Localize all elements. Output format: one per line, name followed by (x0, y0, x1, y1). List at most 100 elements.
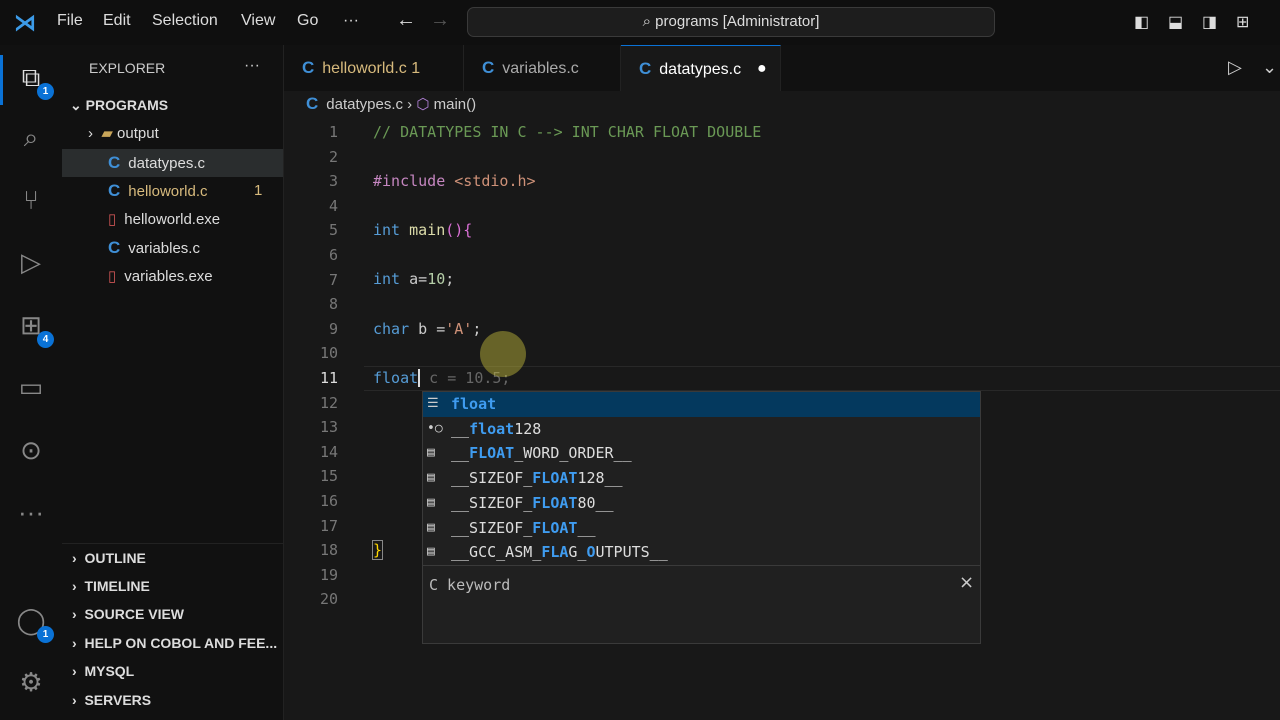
account-icon[interactable]: ◯ 1 (14, 603, 54, 643)
folder-programs[interactable]: ⌄ PROGRAMS (62, 91, 283, 119)
suggestion-text: FLOAT (532, 469, 578, 488)
tree-item-datatypes[interactable]: Cdatatypes.c (62, 149, 283, 177)
tree-item-output[interactable]: › ▰ output (62, 120, 283, 148)
breadcrumb-symbol[interactable]: main() (434, 96, 477, 113)
tab-variables[interactable]: Cvariables.c (464, 45, 621, 91)
suggestion-text: G_ (568, 543, 587, 562)
keyword-icon: ☰ (427, 396, 439, 411)
chevron-right-icon: › (88, 125, 102, 142)
close-icon[interactable]: × (959, 572, 974, 593)
variable-icon: •○ (427, 420, 443, 436)
more-icon[interactable]: ··· (14, 495, 48, 529)
toggle-secondary-sidebar-icon[interactable]: ◨ (1202, 12, 1217, 32)
menu-more[interactable]: ··· (343, 12, 359, 30)
token: <stdio.h> (454, 172, 536, 190)
line-number: 16 (319, 492, 338, 510)
section-servers[interactable]: › SERVERS (62, 686, 283, 714)
suggestion-text: _WORD_ORDER__ (514, 444, 632, 463)
token: ; (472, 320, 482, 338)
section-help-cobol[interactable]: › HELP ON COBOL AND FEE... (62, 629, 283, 657)
code-line-18: } (371, 540, 384, 560)
remote-explorer-icon[interactable]: ▭ (14, 370, 48, 404)
section-source-view[interactable]: › SOURCE VIEW (62, 600, 283, 628)
tab-helloworld[interactable]: Chelloworld.c 1 (284, 45, 464, 91)
menu-go[interactable]: Go (297, 12, 318, 30)
suggestion-text: float (469, 419, 515, 438)
text-icon: ▤ (427, 445, 435, 461)
tree-item-variables-exe[interactable]: ▯ variables.exe (62, 263, 283, 291)
token: float (373, 369, 419, 387)
line-number: 20 (319, 590, 338, 609)
unsaved-dot[interactable]: ● (757, 46, 767, 92)
toggle-primary-sidebar-icon[interactable]: ◧ (1134, 12, 1149, 32)
section-label: OUTLINE (84, 550, 146, 566)
line-number: 12 (319, 393, 338, 412)
tree-item-helloworld-exe[interactable]: ▯ helloworld.exe (62, 206, 283, 234)
menu-file[interactable]: File (57, 12, 83, 30)
token: (){ (445, 221, 473, 239)
folder-icon: ▰ (101, 125, 118, 142)
symbol-method-icon: ⬡ (416, 96, 430, 113)
explorer-badge: 1 (37, 83, 54, 100)
suggestion-text: float (451, 395, 497, 413)
line-number: 19 (319, 565, 338, 584)
suggestion-item[interactable]: ▤ __SIZEOF_FLOAT128__ (423, 466, 980, 491)
text-icon: ▤ (427, 494, 435, 510)
token: b = (418, 320, 446, 338)
c-file-icon: C (108, 238, 121, 257)
section-label: MYSQL (84, 663, 135, 679)
back-arrow-icon[interactable]: ← (396, 9, 416, 32)
search-icon[interactable]: ⌕ (14, 120, 48, 154)
explorer-icon[interactable]: ⧉ 1 (14, 60, 54, 100)
suggestion-text: 80__ (577, 493, 614, 512)
suggestion-item[interactable]: ☰ float (423, 392, 980, 417)
run-dropdown-icon[interactable]: ⌄ (1262, 57, 1277, 78)
suggestion-text: FLOAT (469, 444, 515, 463)
suggestion-item[interactable]: ▤ __SIZEOF_FLOAT80__ (423, 491, 980, 516)
tree-item-variables-c[interactable]: Cvariables.c (62, 234, 283, 262)
line-number: 13 (319, 418, 338, 437)
tab-datatypes[interactable]: Cdatatypes.c ● (621, 45, 781, 91)
extensions-icon[interactable]: ⊞ 4 (14, 308, 54, 348)
suggestion-item[interactable]: ▤ __FLOAT_WORD_ORDER__ (423, 441, 980, 466)
section-mysql[interactable]: › MYSQL (62, 657, 283, 685)
text-icon: ▤ (427, 519, 435, 535)
suggestion-text: __SIZEOF_ (451, 518, 533, 537)
menu-edit[interactable]: Edit (103, 12, 131, 30)
explorer-more-button[interactable]: ··· (244, 57, 260, 75)
menu-selection[interactable]: Selection (152, 12, 218, 30)
suggestion-text: UTPUTS__ (595, 543, 668, 562)
menu-view[interactable]: View (241, 12, 275, 30)
command-center-search[interactable]: ⌕ programs [Administrator] (467, 7, 995, 37)
run-icon[interactable]: ▷ (1228, 57, 1242, 78)
tree-item-helloworld-c[interactable]: Chelloworld.c 1 (62, 177, 283, 205)
tab-label: helloworld.c (322, 60, 407, 77)
line-number: 17 (319, 516, 338, 535)
settings-gear-icon[interactable]: ⚙ (14, 665, 48, 699)
suggestion-item[interactable]: •○ __float128 (423, 417, 980, 442)
section-timeline[interactable]: › TIMELINE (62, 572, 283, 600)
forward-arrow-icon[interactable]: → (430, 9, 450, 32)
run-debug-icon[interactable]: ▷ (14, 245, 48, 279)
token: #include (373, 172, 455, 190)
account-badge: 1 (37, 626, 54, 643)
source-control-icon[interactable]: ⑂ (14, 183, 48, 217)
vscode-logo-icon: ⋊ (14, 10, 36, 35)
git-graph-icon[interactable]: ⊙ (14, 433, 48, 467)
suggestion-text: 128__ (577, 469, 623, 488)
customize-layout-icon[interactable]: ⊞ (1236, 12, 1249, 32)
line-number: 3 (328, 172, 338, 191)
c-file-icon: C (302, 58, 315, 77)
token: 'A' (445, 320, 473, 338)
suggestion-text: FLOAT (532, 493, 578, 512)
item-label: variables.exe (124, 268, 213, 285)
suggestion-item[interactable]: ▤ __SIZEOF_FLOAT__ (423, 516, 980, 541)
c-file-icon: C (306, 94, 319, 113)
section-label: SOURCE VIEW (84, 606, 185, 622)
section-outline[interactable]: › OUTLINE (62, 543, 283, 571)
suggestion-item[interactable]: ▤ __GCC_ASM_FLAG_OUTPUTS__ (423, 540, 980, 565)
title-bar: ⋊ File Edit Selection View Go ··· ← → ⌕ … (0, 0, 1280, 45)
line-number: 15 (319, 467, 338, 486)
toggle-panel-icon[interactable]: ⬓ (1168, 12, 1183, 32)
breadcrumb-file[interactable]: datatypes.c (326, 96, 403, 113)
